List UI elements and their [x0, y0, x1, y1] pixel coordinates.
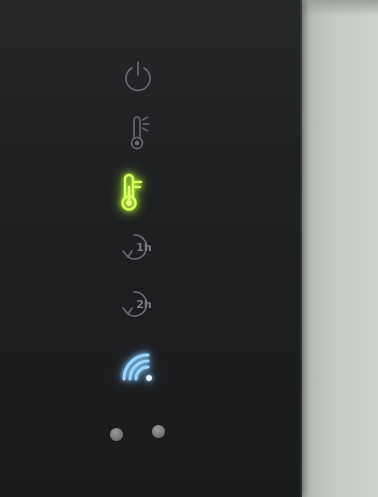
power-icon[interactable]	[122, 59, 154, 93]
wall-shadow	[295, 0, 378, 16]
background-wall	[295, 0, 378, 497]
timer-1h-icon[interactable]: 1h	[117, 231, 157, 263]
thermometer-comfort-icon[interactable]	[128, 114, 152, 152]
left-touch-dot[interactable]	[110, 428, 123, 441]
timer-1h-label: 1h	[136, 241, 152, 254]
thermometer-eco-icon[interactable]	[118, 172, 144, 212]
timer-2h-icon[interactable]: 2h	[117, 288, 157, 320]
device-panel: 1h 2h	[0, 0, 302, 497]
wifi-icon[interactable]	[118, 347, 156, 385]
timer-2h-label: 2h	[136, 298, 152, 311]
right-touch-dot[interactable]	[152, 425, 165, 438]
